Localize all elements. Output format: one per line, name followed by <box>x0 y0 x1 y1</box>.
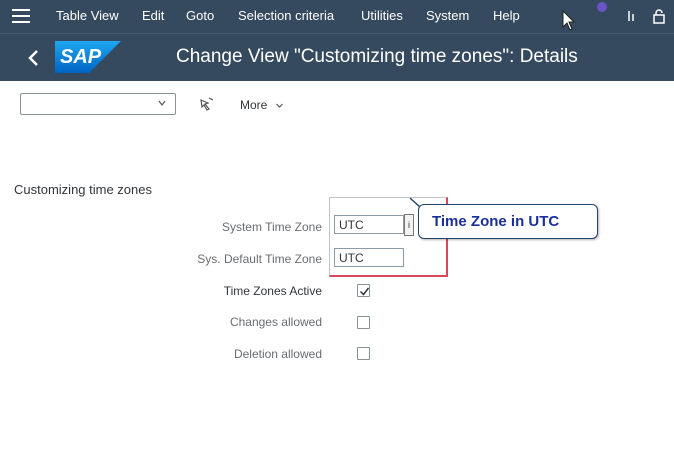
status-dot-icon <box>597 2 607 12</box>
hand-pointer-icon[interactable] <box>199 97 215 111</box>
sap-logo-text: SAP <box>60 46 102 68</box>
mouse-cursor-icon <box>562 10 576 31</box>
system-time-zone-input[interactable] <box>334 215 404 234</box>
toolbar: More <box>0 81 674 121</box>
command-field-combo[interactable] <box>20 93 176 115</box>
callout-text: Time Zone in UTC <box>432 213 560 230</box>
time-zones-active-label: Time Zones Active <box>223 284 322 298</box>
chevron-down-icon <box>158 100 166 106</box>
menu-bar: Table View Edit Goto Selection criteria … <box>0 0 674 33</box>
changes-allowed-label: Changes allowed <box>229 315 322 329</box>
hamburger-menu-icon[interactable] <box>12 9 30 23</box>
menu-help[interactable]: Help <box>493 8 520 23</box>
page-title: Change View "Customizing time zones": De… <box>176 46 578 67</box>
default-time-zone-input[interactable] <box>334 248 404 267</box>
menu-edit[interactable]: Edit <box>142 8 164 23</box>
menu-goto[interactable]: Goto <box>186 8 214 23</box>
section-title: Customizing time zones <box>14 182 152 197</box>
checkmark-icon <box>359 287 370 296</box>
menu-selection-criteria[interactable]: Selection criteria <box>238 8 334 23</box>
title-bar: SAP Change View "Customizing time zones"… <box>0 33 674 81</box>
more-button[interactable]: More <box>240 98 284 112</box>
time-zones-active-checkbox[interactable] <box>357 284 370 297</box>
menu-utilities[interactable]: Utilities <box>361 8 403 23</box>
callout-annotation: Time Zone in UTC <box>418 204 598 239</box>
changes-allowed-checkbox[interactable] <box>357 316 370 329</box>
default-time-zone-label: Sys. Default Time Zone <box>197 252 322 266</box>
menu-table-view[interactable]: Table View <box>56 8 119 23</box>
deletion-allowed-label: Deletion allowed <box>233 347 322 361</box>
deletion-allowed-checkbox[interactable] <box>357 347 370 360</box>
minimize-icon[interactable] <box>625 9 637 23</box>
back-arrow-icon[interactable] <box>24 47 44 69</box>
unlock-icon[interactable] <box>652 9 666 24</box>
menu-system[interactable]: System <box>426 8 469 23</box>
value-help-button[interactable]: i <box>404 214 414 236</box>
system-time-zone-label: System Time Zone <box>221 220 322 234</box>
more-button-label: More <box>240 98 268 112</box>
chevron-down-icon <box>275 103 283 109</box>
